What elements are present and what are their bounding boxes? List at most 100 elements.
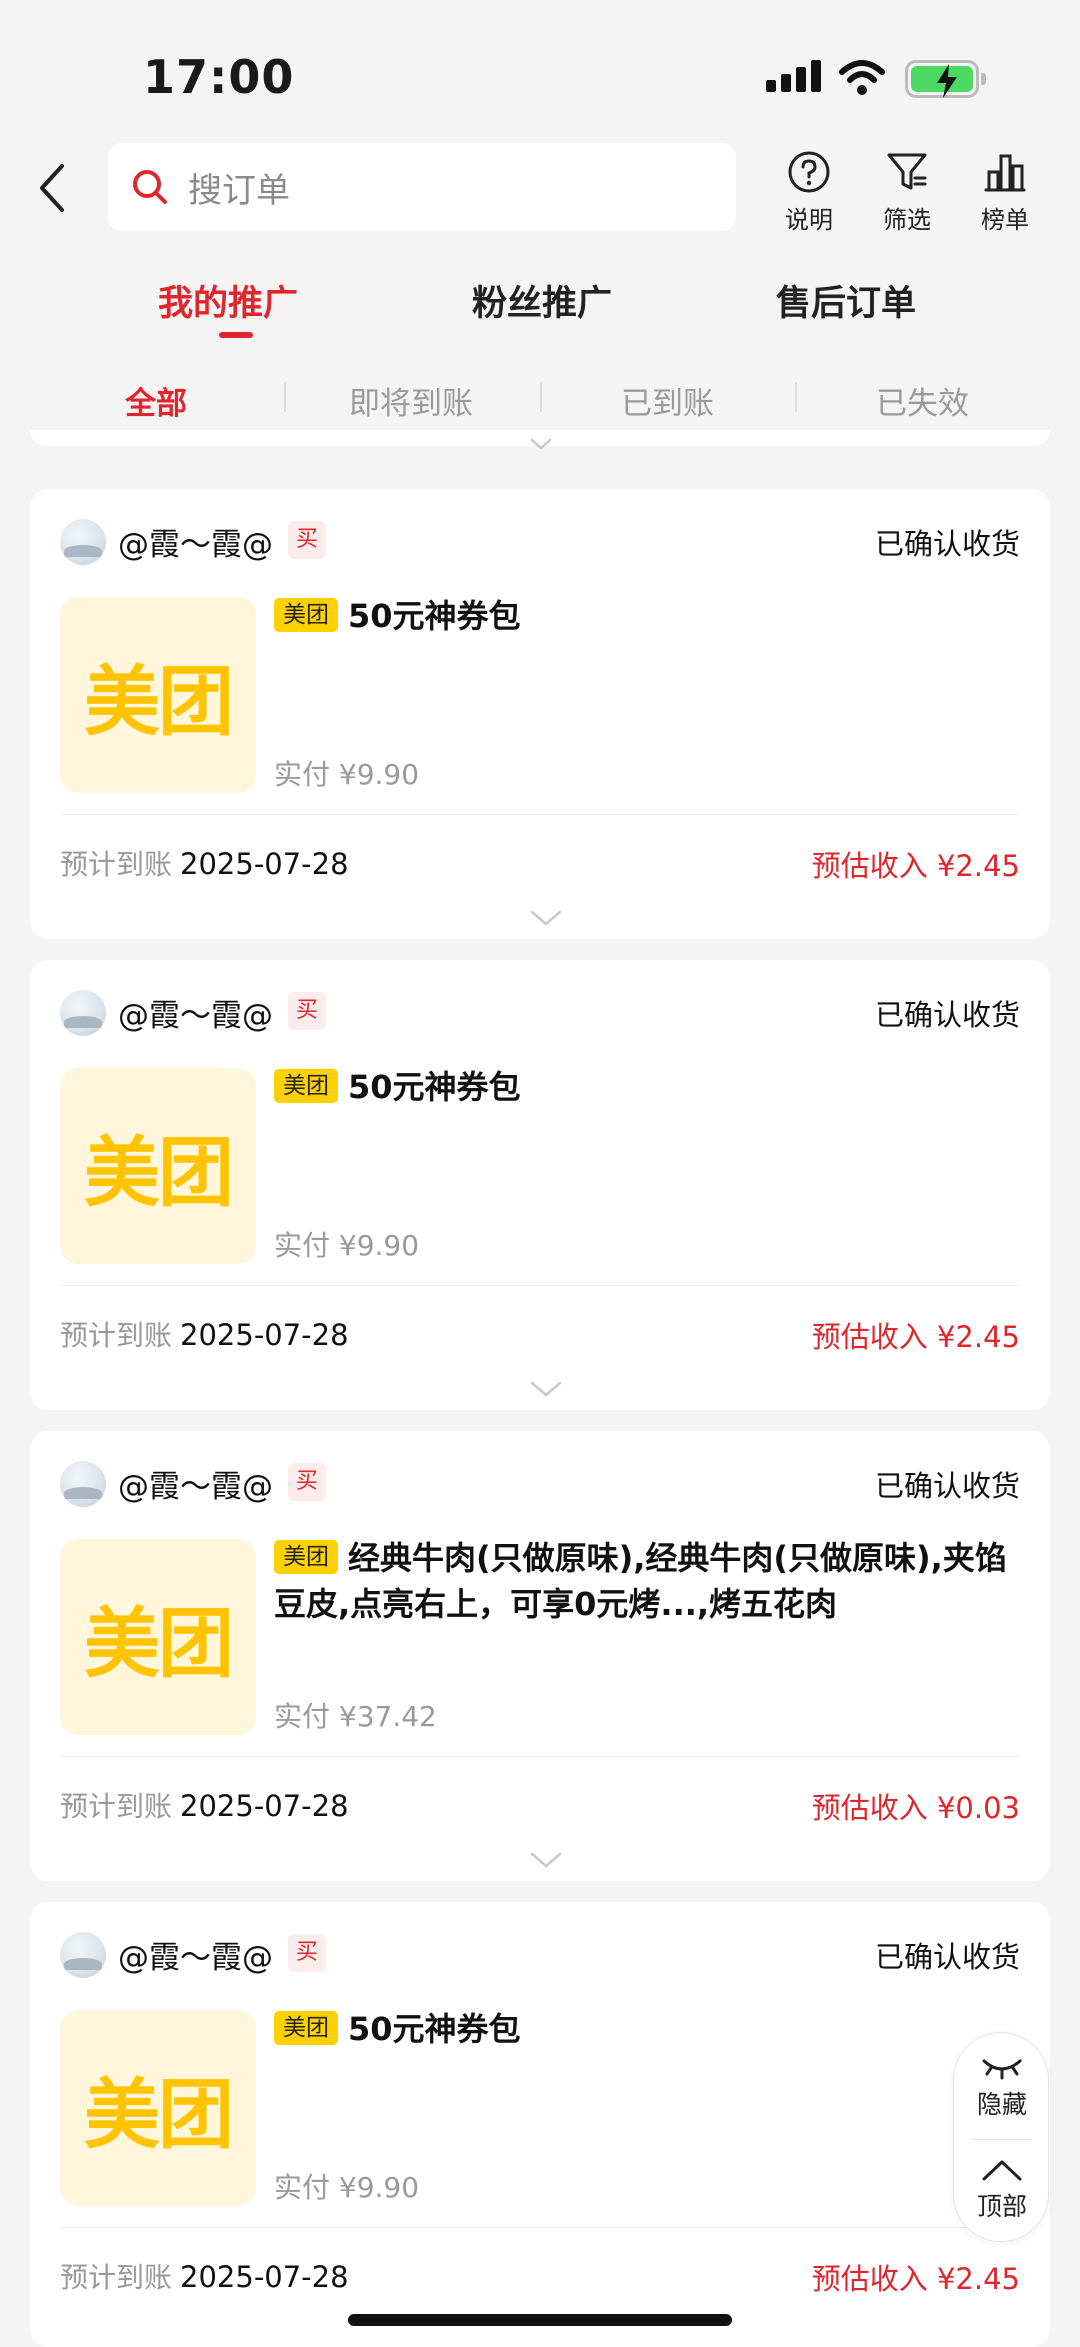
subtab-arrived[interactable]: 已到账 (621, 378, 714, 423)
product-title: 美团 50元神券包 (274, 593, 1014, 639)
help-button[interactable]: 说明 (769, 150, 849, 235)
help-label: 说明 (785, 206, 833, 234)
estimated-income: 预估收入 ¥0.03 (811, 1791, 1020, 1825)
avatar (60, 519, 106, 565)
brand-tag: 美团 (274, 2011, 338, 2045)
estimated-income: 预估收入 ¥2.45 (811, 1320, 1020, 1354)
subtab-pending[interactable]: 即将到账 (349, 378, 473, 423)
buy-tag: 买 (288, 1934, 327, 1972)
username: @霞～霞@ (118, 1469, 273, 1505)
estimated-income: 预估收入 ¥2.45 (811, 849, 1020, 883)
divider (60, 814, 1020, 815)
order-status: 已确认收货 (874, 1469, 1020, 1503)
estimated-arrival-date: 2025-07-28 (180, 1789, 349, 1823)
paid-amount: 实付 ¥9.90 (274, 2171, 420, 2204)
estimated-arrival: 预计到账 2025-07-28 (60, 2256, 349, 2296)
estimated-arrival-label: 预计到账 (60, 1790, 173, 1823)
filter-label: 筛选 (883, 206, 931, 234)
wifi-icon (839, 60, 885, 95)
status-bar: 17:00 (0, 0, 1080, 140)
product-thumbnail: 美团 (60, 597, 256, 793)
avatar (60, 1932, 106, 1978)
buy-tag: 买 (288, 521, 327, 559)
meituan-logo: 美团 (84, 1128, 234, 1217)
subtab-all[interactable]: 全部 (125, 378, 187, 423)
status-time: 17:00 (143, 50, 295, 104)
product-title-text: 50元神券包 (348, 2010, 521, 2048)
chevron-down-icon[interactable] (529, 1380, 563, 1398)
meituan-logo: 美团 (84, 2070, 234, 2159)
ranking-button[interactable]: 榜单 (965, 150, 1045, 235)
ranking-label: 榜单 (981, 206, 1029, 234)
bar-chart-icon (984, 154, 1026, 192)
paid-amount: 实付 ¥9.90 (274, 758, 420, 791)
estimated-arrival: 预计到账 2025-07-28 (60, 843, 349, 883)
product-title: 美团 50元神券包 (274, 1064, 1014, 1110)
brand-tag: 美团 (274, 1540, 338, 1574)
divider (60, 1756, 1020, 1757)
order-status: 已确认收货 (874, 1940, 1020, 1974)
tab-active-indicator (219, 332, 253, 338)
buy-tag: 买 (288, 992, 327, 1030)
subtab-divider (284, 382, 286, 412)
chevron-down-icon[interactable] (530, 438, 552, 450)
estimated-arrival-label: 预计到账 (60, 1319, 173, 1352)
widget-divider (972, 2139, 1032, 2140)
hide-label: 隐藏 (976, 2090, 1027, 2119)
brand-tag: 美团 (274, 598, 338, 632)
back-button[interactable] (30, 160, 76, 216)
eye-closed-icon (982, 2059, 1022, 2080)
estimated-income: 预估收入 ¥2.45 (811, 2262, 1020, 2296)
search-icon (133, 170, 167, 204)
order-card[interactable]: @霞～霞@ 买 已确认收货 美团 美团 50元神券包 实付 ¥9.90 预计到账 2… (30, 1902, 1050, 2347)
tab-my-promotion[interactable]: 我的推广 (158, 275, 298, 326)
hide-button[interactable]: 隐藏 (954, 2055, 1050, 2121)
charging-bolt-icon (937, 64, 957, 98)
brand-tag: 美团 (274, 1069, 338, 1103)
username: @霞～霞@ (118, 527, 273, 563)
filter-button[interactable]: 筛选 (867, 150, 947, 235)
help-circle-icon (788, 151, 830, 193)
chevron-up-icon (982, 2160, 1022, 2181)
divider (60, 1285, 1020, 1286)
avatar (60, 990, 106, 1036)
battery-icon (905, 60, 986, 98)
order-card[interactable]: @霞～霞@ 买 已确认收货 美团 美团 50元神券包 实付 ¥9.90 预计到账 2… (30, 960, 1050, 1410)
subtab-expired[interactable]: 已失效 (876, 378, 969, 423)
product-title: 美团 经典牛肉(只做原味),经典牛肉(只做原味),夹馅豆皮,点亮右上，可享0元烤.… (274, 1535, 1014, 1627)
divider (60, 2227, 1020, 2228)
product-title-text: 50元神券包 (348, 1068, 521, 1106)
paid-amount: 实付 ¥9.90 (274, 1229, 420, 1262)
product-thumbnail: 美团 (60, 2010, 256, 2206)
product-thumbnail: 美团 (60, 1068, 256, 1264)
search-placeholder: 搜订单 (188, 170, 290, 211)
product-title-text: 经典牛肉(只做原味),经典牛肉(只做原味),夹馅豆皮,点亮右上，可享0元烤...… (274, 1539, 1007, 1623)
filter-icon (887, 153, 927, 190)
order-status: 已确认收货 (874, 527, 1020, 561)
paid-amount: 实付 ¥37.42 (274, 1700, 437, 1733)
home-indicator[interactable] (348, 2314, 732, 2326)
estimated-arrival-date: 2025-07-28 (180, 1318, 349, 1352)
chevron-down-icon[interactable] (529, 1851, 563, 1869)
tab-fan-promotion[interactable]: 粉丝推广 (472, 275, 612, 326)
top-label: 顶部 (976, 2192, 1027, 2221)
estimated-arrival-label: 预计到账 (60, 2261, 173, 2294)
meituan-logo: 美团 (84, 657, 234, 746)
estimated-arrival-label: 预计到账 (60, 848, 173, 881)
estimated-arrival-date: 2025-07-28 (180, 2260, 349, 2294)
estimated-arrival: 预计到账 2025-07-28 (60, 1314, 349, 1354)
product-thumbnail: 美团 (60, 1539, 256, 1735)
meituan-logo: 美团 (84, 1599, 234, 1688)
back-to-top-button[interactable]: 顶部 (954, 2157, 1050, 2223)
order-card[interactable]: @霞～霞@ 买 已确认收货 美团 美团 经典牛肉(只做原味),经典牛肉(只做原味)… (30, 1431, 1050, 1881)
subtab-divider (795, 382, 797, 412)
floating-widget: 隐藏 顶部 (953, 2032, 1049, 2242)
order-card[interactable]: @霞～霞@ 买 已确认收货 美团 美团 50元神券包 实付 ¥9.90 预计到账 2… (30, 489, 1050, 939)
product-title-text: 50元神券包 (348, 597, 521, 635)
search-input[interactable]: 搜订单 (108, 143, 736, 231)
product-title: 美团 50元神券包 (274, 2006, 1014, 2052)
chevron-down-icon[interactable] (529, 909, 563, 927)
tab-after-sales[interactable]: 售后订单 (776, 275, 916, 326)
username: @霞～霞@ (118, 998, 273, 1034)
subtab-divider (540, 382, 542, 412)
